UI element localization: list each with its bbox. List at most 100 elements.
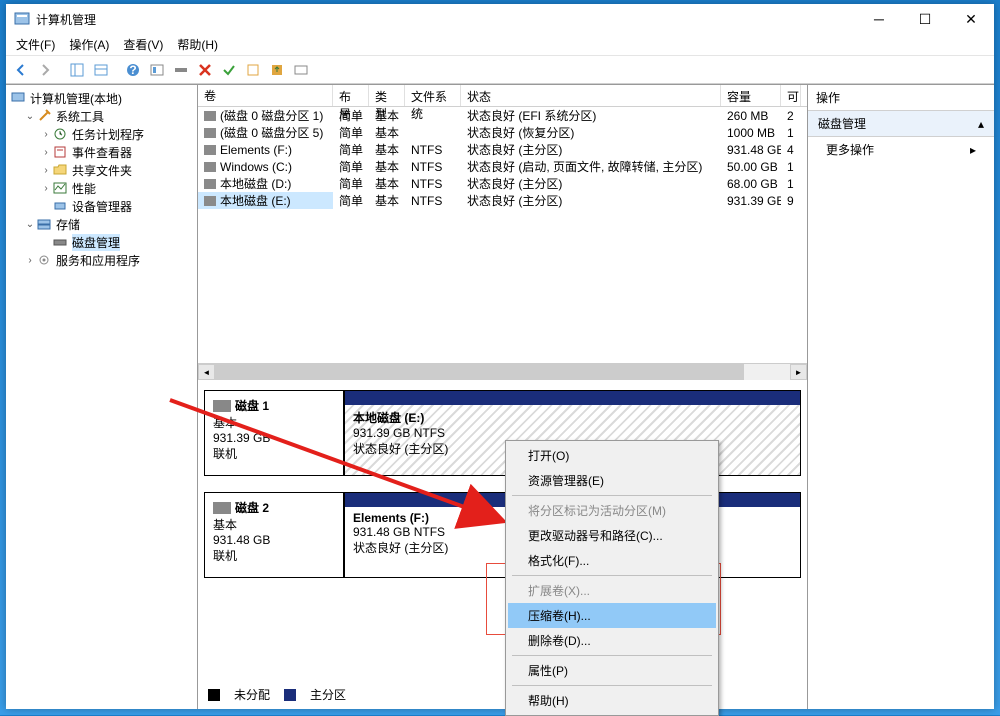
legend-unallocated: 未分配 [234,686,270,703]
app-window: 计算机管理 ─ ☐ ✕ 文件(F) 操作(A) 查看(V) 帮助(H) ? [6,4,994,709]
toolbar-btn[interactable] [146,59,168,81]
submenu-arrow-icon: ▸ [970,143,976,157]
col-volume[interactable]: 卷 [198,85,333,106]
menu-action[interactable]: 操作(A) [69,36,109,53]
actions-pane: 操作 磁盘管理 ▴ 更多操作 ▸ [808,85,994,709]
volume-icon [204,179,216,189]
context-menu[interactable]: 打开(O)资源管理器(E)将分区标记为活动分区(M)更改驱动器号和路径(C)..… [505,440,719,716]
toolbar-btn[interactable] [170,59,192,81]
expand-icon[interactable]: › [24,255,36,266]
disk-info[interactable]: 磁盘 1 基本931.39 GB联机 [204,390,344,476]
col-filesystem[interactable]: 文件系统 [405,85,461,106]
delete-icon[interactable] [194,59,216,81]
disk-icon [52,234,68,250]
toolbar-btn[interactable] [242,59,264,81]
tree-root[interactable]: 计算机管理(本地) [8,89,195,107]
menu-item[interactable]: 资源管理器(E) [508,468,716,493]
menu-view[interactable]: 查看(V) [123,36,163,53]
menu-item[interactable]: 删除卷(D)... [508,628,716,653]
toolbar-btn[interactable] [290,59,312,81]
disk-icon [213,400,231,412]
app-icon [14,11,30,27]
back-button[interactable] [10,59,32,81]
nav-tree[interactable]: 计算机管理(本地) ⌄ 系统工具 ›任务计划程序 ›事件查看器 ›共享文件夹 ›… [6,85,198,709]
performance-icon [52,180,68,196]
minimize-button[interactable]: ─ [856,4,902,34]
menu-item: 扩展卷(X)... [508,578,716,603]
volume-icon [204,145,216,155]
check-icon[interactable] [218,59,240,81]
tree-services-apps[interactable]: › 服务和应用程序 [8,251,195,269]
menubar: 文件(F) 操作(A) 查看(V) 帮助(H) [6,34,994,56]
actions-group-disk-mgmt[interactable]: 磁盘管理 ▴ [808,111,994,137]
menu-help[interactable]: 帮助(H) [177,36,218,53]
expand-icon[interactable]: › [40,183,52,194]
volume-icon [204,128,216,138]
services-icon [36,252,52,268]
volume-row[interactable]: 本地磁盘 (D:)简单基本NTFS状态良好 (主分区)68.00 GB1 [198,175,807,192]
scroll-thumb[interactable] [215,364,744,380]
legend-swatch-primary [284,689,296,701]
toolbar-btn[interactable] [266,59,288,81]
volume-row[interactable]: 本地磁盘 (E:)简单基本NTFS状态良好 (主分区)931.39 GB9 [198,192,807,209]
disk-info[interactable]: 磁盘 2 基本931.48 GB联机 [204,492,344,578]
col-type[interactable]: 类型 [369,85,405,106]
volume-icon [204,111,216,121]
expand-icon[interactable]: › [40,165,52,176]
tools-icon [36,108,52,124]
volume-list[interactable]: 卷 布局 类型 文件系统 状态 容量 可 (磁盘 0 磁盘分区 1)简单基本状态… [198,85,807,380]
col-layout[interactable]: 布局 [333,85,369,106]
menu-file[interactable]: 文件(F) [16,36,55,53]
menu-item[interactable]: 帮助(H) [508,688,716,713]
tree-device-manager[interactable]: 设备管理器 [8,197,195,215]
volume-list-header[interactable]: 卷 布局 类型 文件系统 状态 容量 可 [198,85,807,107]
forward-button[interactable] [34,59,56,81]
collapse-icon[interactable]: ⌄ [24,111,36,122]
volume-icon [204,162,216,172]
volume-row[interactable]: Windows (C:)简单基本NTFS状态良好 (启动, 页面文件, 故障转储… [198,158,807,175]
menu-item[interactable]: 属性(P) [508,658,716,683]
volume-icon [204,196,216,206]
col-free[interactable]: 可 [781,85,801,106]
help-icon[interactable]: ? [122,59,144,81]
volume-row[interactable]: (磁盘 0 磁盘分区 5)简单基本状态良好 (恢复分区)1000 MB1 [198,124,807,141]
actions-more[interactable]: 更多操作 ▸ [808,137,994,162]
storage-icon [36,216,52,232]
tree-event-viewer[interactable]: ›事件查看器 [8,143,195,161]
volume-row[interactable]: Elements (F:)简单基本NTFS状态良好 (主分区)931.48 GB… [198,141,807,158]
expand-icon[interactable]: › [40,147,52,158]
tree-system-tools[interactable]: ⌄ 系统工具 [8,107,195,125]
col-capacity[interactable]: 容量 [721,85,781,106]
content-area: 计算机管理(本地) ⌄ 系统工具 ›任务计划程序 ›事件查看器 ›共享文件夹 ›… [6,84,994,709]
col-status[interactable]: 状态 [461,85,721,106]
event-icon [52,144,68,160]
actions-header: 操作 [808,85,994,111]
scroll-left-arrow[interactable]: ◄ [198,364,215,380]
volume-row[interactable]: (磁盘 0 磁盘分区 1)简单基本状态良好 (EFI 系统分区)260 MB2 [198,107,807,124]
horizontal-scrollbar[interactable]: ◄ ► [198,363,807,380]
legend: 未分配 主分区 [208,686,346,703]
tree-shared-folders[interactable]: ›共享文件夹 [8,161,195,179]
menu-item[interactable]: 格式化(F)... [508,548,716,573]
menu-item[interactable]: 压缩卷(H)... [508,603,716,628]
menu-item[interactable]: 打开(O) [508,443,716,468]
scroll-right-arrow[interactable]: ► [790,364,807,380]
device-icon [52,198,68,214]
collapse-icon[interactable]: ⌄ [24,219,36,230]
close-button[interactable]: ✕ [948,4,994,34]
expand-icon[interactable]: › [40,129,52,140]
tree-disk-management[interactable]: 磁盘管理 [8,233,195,251]
scroll-track[interactable] [215,364,790,380]
partition-header [345,391,800,405]
tree-storage[interactable]: ⌄ 存储 [8,215,195,233]
clock-icon [52,126,68,142]
computer-icon [10,90,26,106]
toolbar-properties[interactable] [90,59,112,81]
svg-text:?: ? [129,63,136,77]
collapse-caret-icon: ▴ [978,117,984,131]
tree-task-scheduler[interactable]: ›任务计划程序 [8,125,195,143]
maximize-button[interactable]: ☐ [902,4,948,34]
toolbar-show-hide[interactable] [66,59,88,81]
menu-item[interactable]: 更改驱动器号和路径(C)... [508,523,716,548]
tree-performance[interactable]: ›性能 [8,179,195,197]
